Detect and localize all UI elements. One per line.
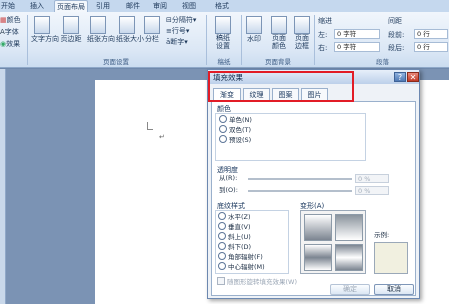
indent-right-label: 右: [318,44,328,52]
hyphenation-button[interactable]: ā断字▾ [166,37,188,47]
variant-swatch[interactable] [335,214,363,241]
text-direction-button[interactable]: 文字方向 [31,16,59,44]
paragraph-mark-corner [147,122,153,130]
page-color-icon [271,16,287,34]
orientation-button[interactable]: 纸张方向 [87,16,115,44]
indent-label: 缩进 [318,17,332,25]
columns-icon [144,16,160,34]
indent-right-input[interactable]: 0 字符 [334,42,380,52]
tab-home[interactable]: 开始 [0,0,16,12]
variant-swatch[interactable] [304,244,332,271]
transparency-to-label: 到(O): [219,186,238,194]
tab-format[interactable]: 格式 [212,0,232,12]
shading-diagonal-down-radio[interactable]: 斜下(D) [218,242,251,251]
breaks-button[interactable]: ⊟分隔符▾ [166,15,196,25]
tab-references[interactable]: 引用 [93,0,113,12]
tab-view[interactable]: 视图 [179,0,199,12]
transparency-from-label: 从(R): [219,174,238,182]
rotate-with-shape-checkbox[interactable]: 随图形旋转填充效果(W) [217,277,297,286]
tab-insert[interactable]: 插入 [26,0,48,12]
tab-page-layout[interactable]: 页面布局 [54,0,88,12]
theme-effects-button[interactable]: ◉效果 [0,39,20,49]
ribbon-tab-bar: 开始 插入 页面布局 引用 邮件 审阅 视图 格式 [0,0,449,12]
gradient-tab-panel: 颜色 单色(N) 双色(T) 预设(S) 透明度 从(R): 0 % 到(O):… [211,101,416,296]
line-numbers-button[interactable]: ≡行号▾ [166,26,189,36]
watermark-button[interactable]: 水印 [244,16,264,44]
manuscript-settings-button[interactable]: 稿纸设置 [210,16,236,50]
shading-horizontal-radio[interactable]: 水平(Z) [218,212,251,221]
spacing-after-label: 段后: [388,44,405,52]
ribbon: ▦颜色 A字体 ◉效果 文字方向 页边距 纸张方向 纸张大小 分栏 ⊟分隔符▾ … [0,12,449,68]
transparency-from-slider[interactable] [248,178,352,180]
vertical-ruler [0,69,6,304]
sample-preview [374,242,408,274]
theme-colors-button[interactable]: ▦颜色 [0,15,21,25]
theme-fonts-button[interactable]: A字体 [0,27,19,37]
tab-review[interactable]: 审阅 [150,0,170,12]
indent-left-label: 左: [318,31,328,39]
paper-size-icon [119,16,135,34]
ok-button[interactable]: 确定 [330,284,370,295]
text-cursor: ↵ [159,133,165,141]
page-borders-icon [294,16,310,34]
group-separator [314,15,315,65]
transparency-to-input[interactable]: 0 % [355,186,389,195]
page-borders-button[interactable]: 页面边框 [292,16,312,50]
variants-grid [300,210,366,274]
text-direction-icon [34,16,50,34]
two-colors-radio[interactable]: 双色(T) [219,125,251,134]
close-icon[interactable]: ✕ [407,72,419,82]
shading-from-center-radio[interactable]: 中心辐射(M) [218,262,265,271]
help-icon[interactable]: ? [394,72,406,82]
watermark-icon [246,16,262,34]
variant-swatch[interactable] [335,244,363,271]
tab-mailings[interactable]: 邮件 [123,0,143,12]
shading-vertical-radio[interactable]: 垂直(V) [218,222,251,231]
transparency-to-slider[interactable] [248,190,352,192]
manuscript-icon [215,16,231,34]
transparency-from-input[interactable]: 0 % [355,174,389,183]
indent-left-input[interactable]: 0 字符 [334,29,380,39]
margins-icon [63,16,79,34]
shading-diagonal-up-radio[interactable]: 斜上(U) [218,232,251,241]
page-color-button[interactable]: 页面颜色 [269,16,289,50]
highlight-box [208,71,354,102]
cancel-button[interactable]: 取消 [374,284,414,295]
manuscript-group-label: 稿纸 [217,58,231,66]
one-color-radio[interactable]: 单色(N) [219,115,252,124]
page-background-group-label: 页面背景 [265,58,291,66]
columns-button[interactable]: 分栏 [143,16,161,44]
page-setup-group-label: 页面设置 [103,58,129,66]
orientation-icon [90,16,106,34]
variant-swatch[interactable] [304,214,332,241]
shading-from-corner-radio[interactable]: 角部辐射(F) [218,252,263,261]
paragraph-group-label: 段落 [376,58,389,66]
paper-size-button[interactable]: 纸张大小 [116,16,144,44]
preset-radio[interactable]: 预设(S) [219,135,251,144]
spacing-before-input[interactable]: 0 行 [414,29,448,39]
spacing-after-input[interactable]: 0 行 [414,42,448,52]
fill-effects-dialog: 填充效果 ? ✕ 渐变 纹理 图案 图片 颜色 单色(N) 双色(T) 预设(S… [207,69,420,299]
spacing-before-label: 段前: [388,31,405,39]
spacing-label: 间距 [388,17,402,25]
sample-label: 示例: [374,231,390,239]
margins-button[interactable]: 页边距 [60,16,82,44]
